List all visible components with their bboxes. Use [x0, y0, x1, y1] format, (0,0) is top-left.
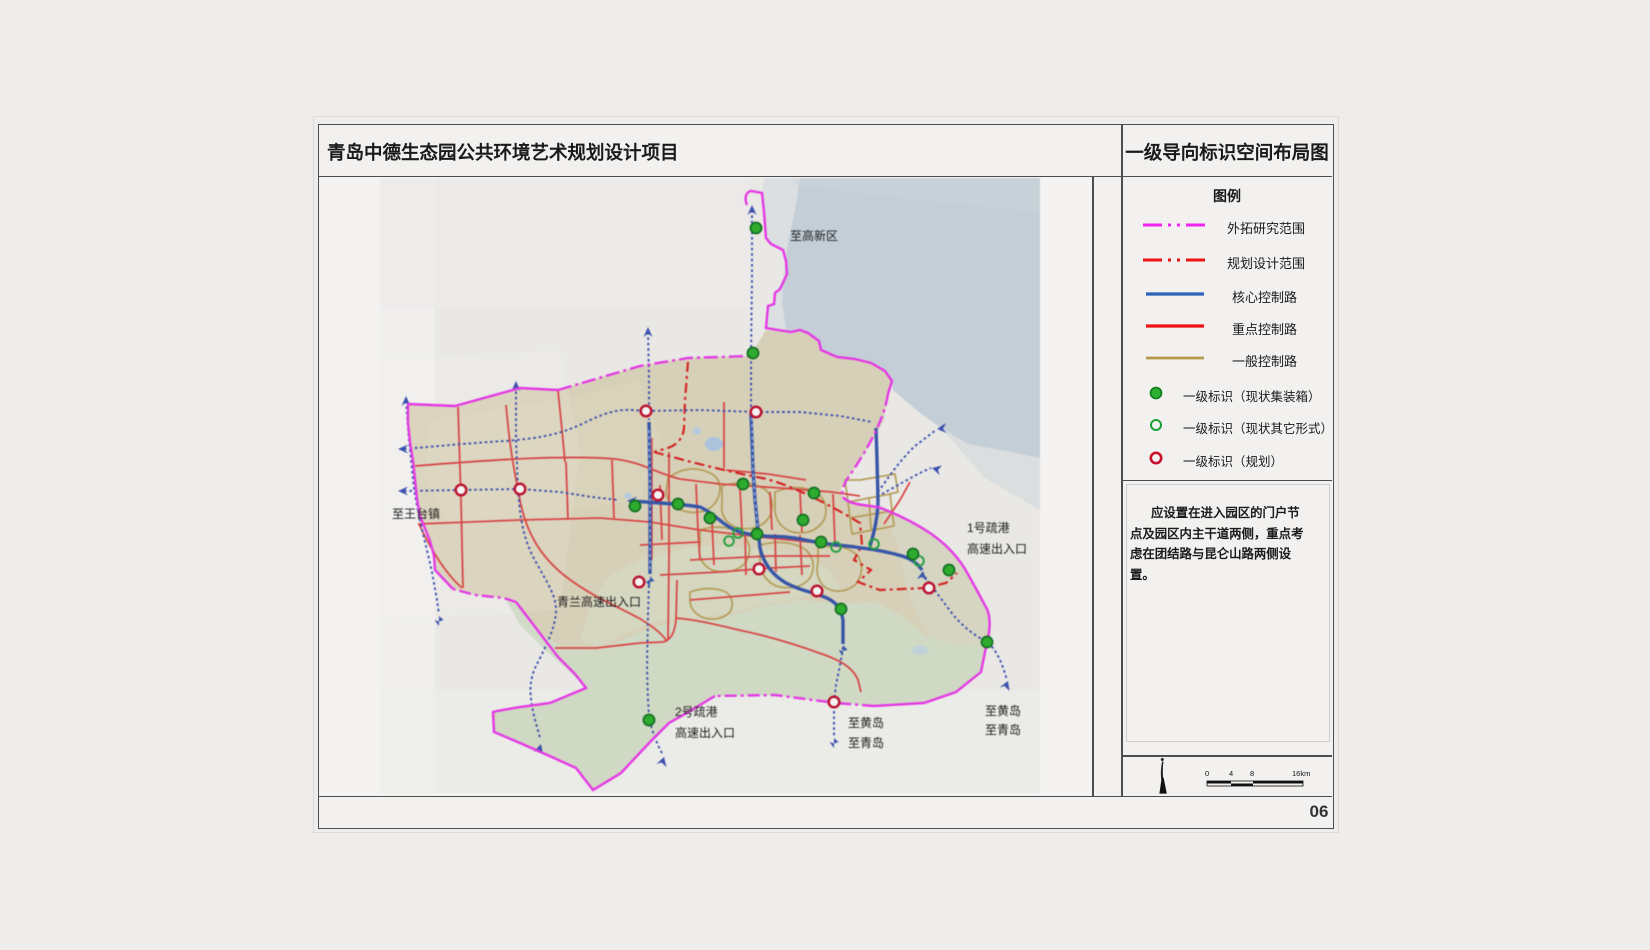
svg-text:至王台镇: 至王台镇 — [392, 506, 440, 521]
svg-text:0: 0 — [1205, 769, 1209, 778]
svg-text:8: 8 — [1250, 769, 1254, 778]
svg-text:青兰高速出入口: 青兰高速出入口 — [557, 594, 641, 609]
svg-text:至黄岛: 至黄岛 — [848, 715, 884, 730]
svg-text:1号疏港: 1号疏港 — [967, 520, 1010, 535]
svg-text:4: 4 — [1229, 769, 1233, 778]
svg-text:高速出入口: 高速出入口 — [675, 725, 735, 740]
svg-text:至黄岛: 至黄岛 — [985, 703, 1021, 718]
svg-text:2号疏港: 2号疏港 — [675, 704, 718, 719]
svg-text:至青岛: 至青岛 — [985, 722, 1021, 737]
svg-text:至青岛: 至青岛 — [848, 735, 884, 750]
svg-text:高速出入口: 高速出入口 — [967, 541, 1027, 556]
svg-text:至高新区: 至高新区 — [790, 228, 838, 243]
svg-text:16km: 16km — [1292, 769, 1310, 778]
